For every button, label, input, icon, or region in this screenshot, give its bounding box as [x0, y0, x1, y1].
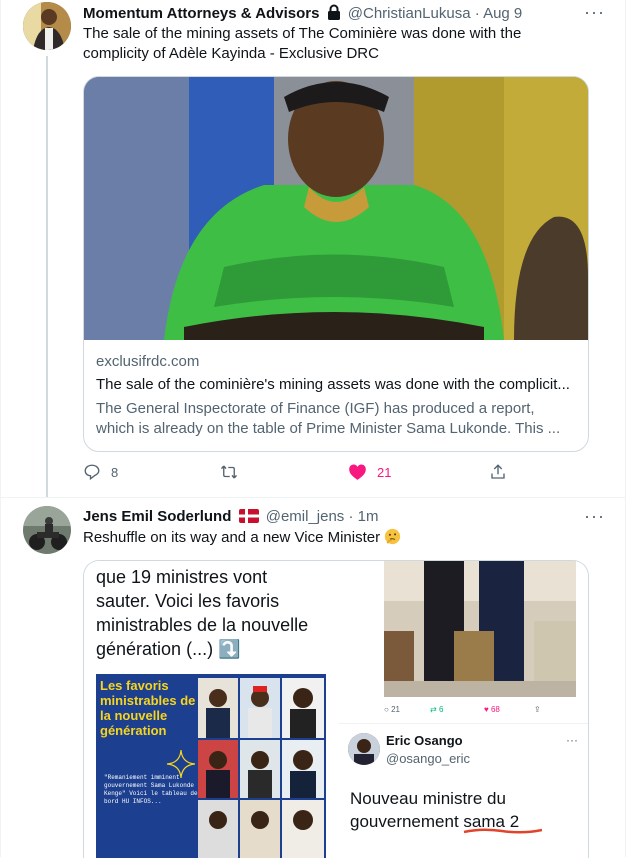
screenshot-text: que 19 ministres vont sauter. Voici les … [96, 567, 309, 659]
like-button[interactable]: 21 [348, 463, 391, 481]
quoted-retweet-count: 6 [438, 705, 444, 714]
thread-line [46, 56, 48, 497]
separator-dot: · [348, 508, 354, 525]
like-count: 21 [377, 464, 392, 480]
more-options-icon[interactable]: ··· [584, 2, 605, 23]
quoted-handle: @osango_eric [386, 751, 471, 766]
share-icon [491, 464, 505, 479]
quoted-like-count: 68 [490, 705, 500, 714]
card-title: The sale of the cominière's mining asset… [96, 376, 570, 393]
link-card[interactable]: exclusifrdc.com The sale of the cominièr… [83, 76, 589, 452]
author-handle[interactable]: @ChristianLukusa [348, 5, 471, 22]
quoted-actions: ○ 21 ⇄ 6 ♥ 68 ⇪ [384, 705, 576, 719]
denmark-flag-icon [238, 509, 259, 527]
tweet-header: Momentum Attorneys & Advisors @Christian… [83, 4, 522, 24]
reply-icon [84, 464, 100, 481]
reply-button[interactable]: 8 [83, 463, 118, 481]
lock-icon [327, 4, 341, 24]
tweet[interactable]: Momentum Attorneys & Advisors @Christian… [1, 0, 626, 497]
card-domain: exclusifrdc.com [96, 353, 200, 370]
timestamp[interactable]: 1m [358, 508, 379, 525]
retweet-button[interactable] [219, 463, 249, 481]
avatar[interactable] [23, 2, 71, 50]
author-name[interactable]: Momentum Attorneys & Advisors [83, 5, 319, 22]
tweet-header: Jens Emil Soderlund @emil_jens · 1m [83, 508, 379, 527]
share-button[interactable] [489, 463, 507, 481]
red-underline [463, 828, 543, 834]
retweet-icon [220, 465, 238, 479]
timeline: Momentum Attorneys & Advisors @Christian… [0, 0, 626, 858]
card-description: The General Inspectorate of Finance (IGF… [96, 400, 561, 437]
tweet-text: Reshuffle on its way and a new Vice Mini… [83, 528, 563, 551]
tweet-actions: 8 21 [83, 463, 587, 483]
quoted-divider [338, 723, 588, 724]
author-handle[interactable]: @emil_jens [266, 508, 345, 525]
separator-dot: · [474, 5, 480, 22]
tweet-text: The sale of the mining assets of The Com… [83, 25, 522, 62]
quoted-retweet: ⇄ 6 [430, 705, 444, 714]
media-image-left[interactable]: que 19 ministres vont sauter. Voici les … [84, 561, 336, 858]
media-image-right[interactable]: ○ 21 ⇄ 6 ♥ 68 ⇪ Eric Osango @osango_eric… [338, 561, 588, 858]
tweet-text-content: Reshuffle on its way and a new Vice Mini… [83, 529, 381, 546]
quoted-share-icon: ⇪ [534, 705, 541, 714]
quoted-more-icon: ··· [566, 733, 578, 747]
reply-count: 8 [111, 464, 119, 480]
poster: Les favoris ministrables de la nouvelle … [96, 674, 326, 858]
tweet[interactable]: Jens Emil Soderlund @emil_jens · 1m ··· … [1, 498, 626, 858]
poster-title: Les favoris ministrables de la nouvelle … [100, 678, 196, 738]
author-name[interactable]: Jens Emil Soderlund [83, 508, 231, 525]
quoted-reply-count: 21 [391, 705, 400, 714]
more-options-icon[interactable]: ··· [584, 506, 605, 527]
quoted-name: Eric Osango [386, 733, 463, 748]
photo [384, 561, 576, 697]
quoted-avatar [348, 733, 380, 765]
thinking-face-icon [384, 528, 401, 551]
quoted-reply: ○ 21 [384, 705, 400, 714]
card-image [84, 77, 588, 340]
avatar[interactable] [23, 506, 71, 554]
star-icon [166, 749, 196, 779]
timestamp[interactable]: Aug 9 [483, 5, 522, 22]
quoted-like: ♥ 68 [484, 705, 500, 714]
media-grid[interactable]: que 19 ministres vont sauter. Voici les … [83, 560, 589, 858]
heart-filled-icon [349, 464, 366, 480]
minister-portraits [198, 678, 324, 858]
